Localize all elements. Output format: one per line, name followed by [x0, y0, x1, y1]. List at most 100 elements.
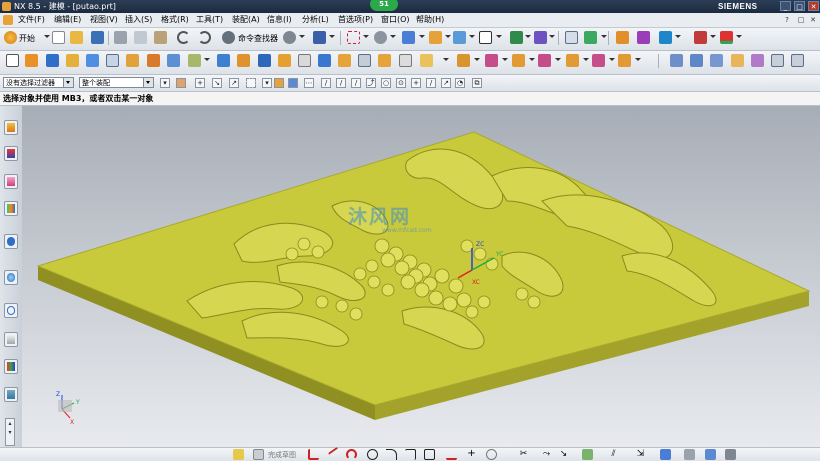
- arc-center-icon[interactable]: ○: [381, 78, 391, 88]
- face-dropdown-2-icon[interactable]: [502, 58, 508, 61]
- open-folder-icon[interactable]: [70, 31, 83, 44]
- restore-child-button[interactable]: □: [796, 15, 806, 25]
- unite-icon[interactable]: [126, 54, 139, 67]
- split-body-icon[interactable]: [399, 54, 412, 67]
- view-dropdown-icon[interactable]: [469, 35, 475, 38]
- shaded-edges-icon[interactable]: [402, 31, 415, 44]
- quick-extend-icon[interactable]: ⤳: [541, 449, 552, 460]
- thicken-icon[interactable]: [358, 54, 371, 67]
- command-finder-icon[interactable]: [222, 31, 235, 44]
- draft-icon[interactable]: [278, 54, 291, 67]
- face-feature-3-icon[interactable]: [512, 54, 525, 67]
- intersection-point-icon[interactable]: ⤴: [366, 78, 376, 88]
- menu-insert[interactable]: 插入(S): [125, 13, 152, 27]
- hd3d-tools-tab[interactable]: [4, 234, 18, 249]
- edge-blend-icon[interactable]: [217, 54, 230, 67]
- end-point-icon[interactable]: /: [321, 78, 331, 88]
- rectangle-select-icon[interactable]: [246, 78, 256, 88]
- close-button[interactable]: ✕: [808, 1, 819, 11]
- sketch-icon[interactable]: [6, 54, 19, 67]
- finish-sketch-icon[interactable]: [253, 449, 264, 460]
- block-icon[interactable]: [66, 54, 79, 67]
- surface-4-icon[interactable]: [731, 54, 744, 67]
- snap-dropdown-icon[interactable]: [549, 35, 555, 38]
- layer-dropdown-icon[interactable]: [329, 35, 335, 38]
- show-constraints-icon[interactable]: [725, 449, 736, 460]
- face-dropdown-6-icon[interactable]: [609, 58, 615, 61]
- snap-toggle-icon[interactable]: ⧉: [472, 78, 482, 88]
- start-icon[interactable]: [4, 31, 17, 44]
- bounded-grid-icon[interactable]: ↗: [441, 78, 451, 88]
- motion-icon[interactable]: [659, 31, 672, 44]
- pattern-icon[interactable]: [318, 54, 331, 67]
- select-curve-icon[interactable]: ↗: [229, 78, 239, 88]
- menu-analysis[interactable]: 分析(L): [302, 13, 329, 27]
- motion-dropdown-icon[interactable]: [675, 35, 681, 38]
- face-feature-4-icon[interactable]: [538, 54, 551, 67]
- select-face-icon[interactable]: [288, 78, 298, 88]
- menu-window[interactable]: 窗口(O): [381, 13, 410, 27]
- project-curve-icon[interactable]: ⇲: [635, 449, 646, 460]
- face-feature-5-icon[interactable]: [566, 54, 579, 67]
- face-feature-2-icon[interactable]: [485, 54, 498, 67]
- undo-icon[interactable]: [177, 31, 190, 44]
- deselect-icon[interactable]: +: [195, 78, 205, 88]
- lasso-select-icon[interactable]: ▾: [262, 78, 272, 88]
- trim-dropdown-icon[interactable]: [204, 58, 210, 61]
- snap-point-icon[interactable]: [176, 78, 186, 88]
- mid-point-icon[interactable]: /: [336, 78, 346, 88]
- face-dropdown-3-icon[interactable]: [529, 58, 535, 61]
- menu-help[interactable]: 帮助(H): [416, 13, 444, 27]
- polygon-icon[interactable]: [446, 449, 457, 460]
- fillet-icon[interactable]: [386, 449, 397, 460]
- emboss-icon[interactable]: [378, 54, 391, 67]
- render-style-dropdown-icon[interactable]: [419, 35, 425, 38]
- text-icon[interactable]: [420, 54, 433, 67]
- constraint-icon[interactable]: [684, 449, 695, 460]
- paste-icon[interactable]: [154, 31, 167, 44]
- selection-icon[interactable]: [584, 31, 597, 44]
- resource-bar-scrollbar[interactable]: ▴ ▾: [5, 418, 15, 446]
- dimension-sketch-icon[interactable]: [660, 449, 671, 460]
- point-on-face-icon[interactable]: /: [426, 78, 436, 88]
- menu-preferences[interactable]: 首选项(P): [338, 13, 373, 27]
- menu-file[interactable]: 文件(F): [18, 13, 45, 27]
- profile-icon[interactable]: [308, 449, 319, 460]
- maximize-button[interactable]: □: [794, 1, 805, 11]
- subtract-icon[interactable]: [147, 54, 160, 67]
- rotate-view-icon[interactable]: [374, 31, 387, 44]
- constraint-navigator-tab[interactable]: [4, 146, 18, 161]
- chamfer-icon[interactable]: [237, 54, 250, 67]
- mirror-curve-icon[interactable]: ⫽: [608, 449, 619, 460]
- measure-icon[interactable]: [616, 31, 629, 44]
- fit-view-icon[interactable]: [347, 31, 360, 44]
- copy-icon[interactable]: [134, 31, 147, 44]
- cylinder-icon[interactable]: [86, 54, 99, 67]
- line-icon[interactable]: [327, 446, 344, 461]
- system-materials-tab[interactable]: [4, 332, 18, 347]
- app-menu-icon[interactable]: [3, 15, 13, 25]
- dimension-dropdown-icon[interactable]: [736, 35, 742, 38]
- analysis-icon[interactable]: [637, 31, 650, 44]
- reuse-library-tab[interactable]: [4, 201, 18, 216]
- help-icon[interactable]: ?: [782, 15, 792, 25]
- minimize-button[interactable]: _: [780, 1, 791, 11]
- rotate-dropdown-icon[interactable]: [390, 35, 396, 38]
- surface-5-icon[interactable]: [751, 54, 764, 67]
- make-corner-icon[interactable]: ↘: [558, 449, 569, 460]
- shell-icon[interactable]: [258, 54, 271, 67]
- type-filter-dropdown[interactable]: 没有选择过滤器: [3, 77, 74, 88]
- finish-sketch-button[interactable]: 完成草图: [268, 450, 296, 460]
- menu-edit[interactable]: 编辑(E): [54, 13, 81, 27]
- auto-constrain-icon[interactable]: [705, 449, 716, 460]
- spline-icon[interactable]: [486, 449, 497, 460]
- arc-icon[interactable]: [346, 449, 357, 460]
- show-hide-dropdown-icon[interactable]: [299, 35, 305, 38]
- revolve-icon[interactable]: [46, 54, 59, 67]
- extrude-icon[interactable]: [25, 54, 38, 67]
- point-constructor-icon[interactable]: ◔: [455, 78, 465, 88]
- quadrant-point-icon[interactable]: ⊙: [396, 78, 406, 88]
- orient-dropdown-icon[interactable]: [445, 35, 451, 38]
- section-dropdown-icon[interactable]: [710, 35, 716, 38]
- menu-information[interactable]: 信息(I): [267, 13, 292, 27]
